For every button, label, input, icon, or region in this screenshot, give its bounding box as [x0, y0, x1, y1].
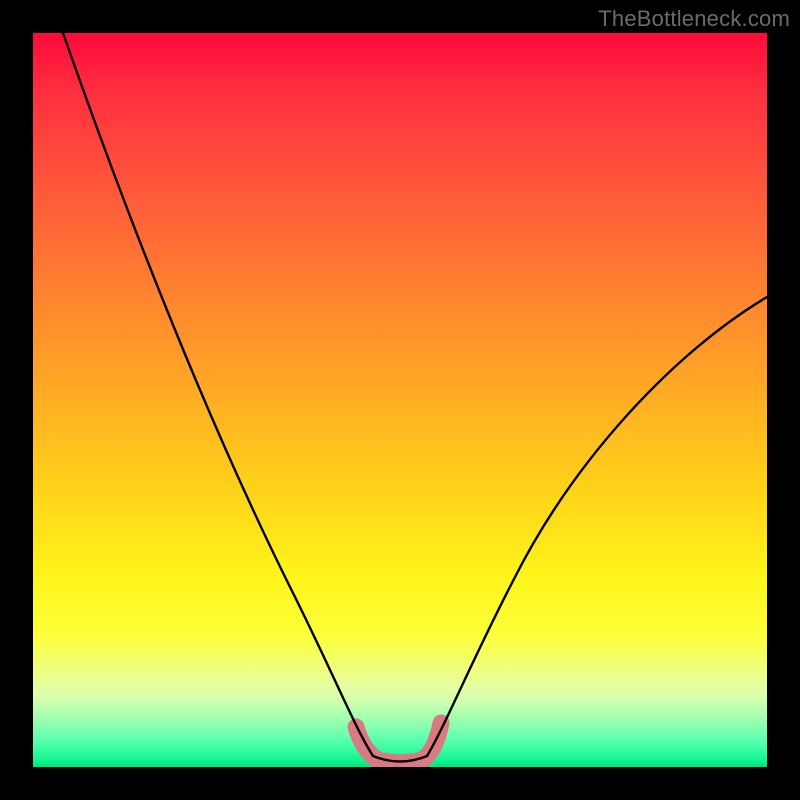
optimal-band-marker — [356, 723, 441, 763]
bottleneck-curve — [63, 33, 767, 762]
watermark-text: TheBottleneck.com — [598, 6, 790, 32]
chart-frame: TheBottleneck.com — [0, 0, 800, 800]
plot-area — [33, 33, 767, 767]
chart-svg — [33, 33, 767, 767]
